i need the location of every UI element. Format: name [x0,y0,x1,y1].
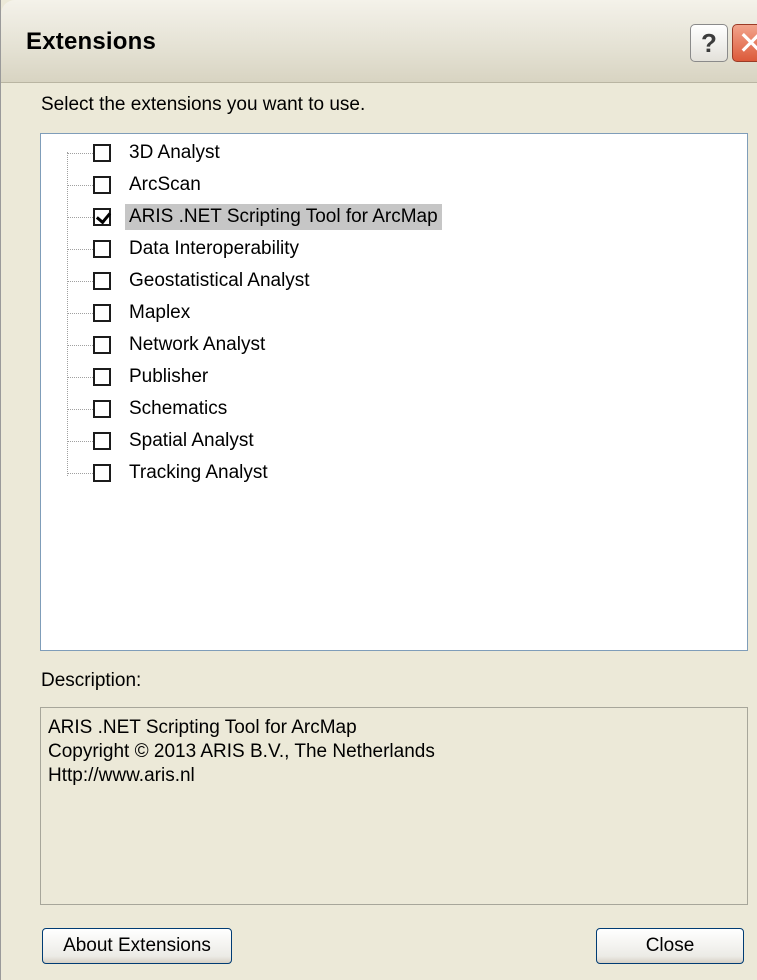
list-item-label: Publisher [129,366,209,387]
list-item[interactable]: Network Analyst [67,329,727,359]
list-item-label: 3D Analyst [129,142,220,163]
extensions-list[interactable]: 3D Analyst ArcScan ARIS .NET Scripting T… [40,133,748,651]
checkbox[interactable] [93,272,111,290]
list-item[interactable]: ArcScan [67,169,727,199]
about-extensions-button[interactable]: About Extensions [42,928,232,964]
tree-connector [67,377,93,378]
list-item-label: ARIS .NET Scripting Tool for ArcMap [125,204,442,230]
tree-connector [67,473,93,474]
checkbox[interactable] [93,400,111,418]
list-item-label: Maplex [129,302,191,323]
extensions-dialog: Extensions ? ✕ Select the extensions you… [0,0,757,980]
close-icon[interactable]: ✕ [732,24,757,62]
list-item-label: Tracking Analyst [129,462,268,483]
list-item-label: ArcScan [129,174,201,195]
list-item[interactable]: Publisher [67,361,727,391]
list-item[interactable]: Data Interoperability [67,233,727,263]
tree-connector [67,345,93,346]
list-item-label: Spatial Analyst [129,430,254,451]
tree-connector [67,153,93,154]
checkbox[interactable] [93,432,111,450]
checkbox[interactable] [93,336,111,354]
tree-connector [67,217,93,218]
instruction-text: Select the extensions you want to use. [41,94,366,115]
check-icon[interactable] [93,208,111,226]
list-item[interactable]: Spatial Analyst [67,425,727,455]
checkbox[interactable] [93,240,111,258]
tree-connector [67,281,93,282]
description-line: Http://www.aris.nl [48,765,195,786]
description-label: Description: [41,670,142,691]
title-bar[interactable]: Extensions ? ✕ [1,0,757,83]
checkbox[interactable] [93,304,111,322]
tree-connector [67,409,93,410]
list-item-label: Geostatistical Analyst [129,270,310,291]
description-line: Copyright © 2013 ARIS B.V., The Netherla… [48,741,435,762]
list-item-label: Data Interoperability [129,238,300,259]
checkbox[interactable] [93,176,111,194]
list-item[interactable]: Tracking Analyst [67,457,727,487]
list-item-label: Schematics [129,398,228,419]
list-item[interactable]: Schematics [67,393,727,423]
list-item[interactable]: ARIS .NET Scripting Tool for ArcMap [67,201,727,231]
description-line: ARIS .NET Scripting Tool for ArcMap [48,717,357,738]
list-item[interactable]: Maplex [67,297,727,327]
list-item-label: Network Analyst [129,334,266,355]
list-item[interactable]: Geostatistical Analyst [67,265,727,295]
tree-connector [67,313,93,314]
checkbox[interactable] [93,144,111,162]
tree-connector [67,185,93,186]
tree-connector [67,441,93,442]
help-icon[interactable]: ? [690,24,728,62]
window-title: Extensions [26,28,157,55]
checkbox[interactable] [93,368,111,386]
tree-connector [67,249,93,250]
close-button[interactable]: Close [596,928,744,964]
description-box: ARIS .NET Scripting Tool for ArcMap Copy… [40,707,748,905]
checkbox[interactable] [93,464,111,482]
list-item[interactable]: 3D Analyst [67,137,727,167]
